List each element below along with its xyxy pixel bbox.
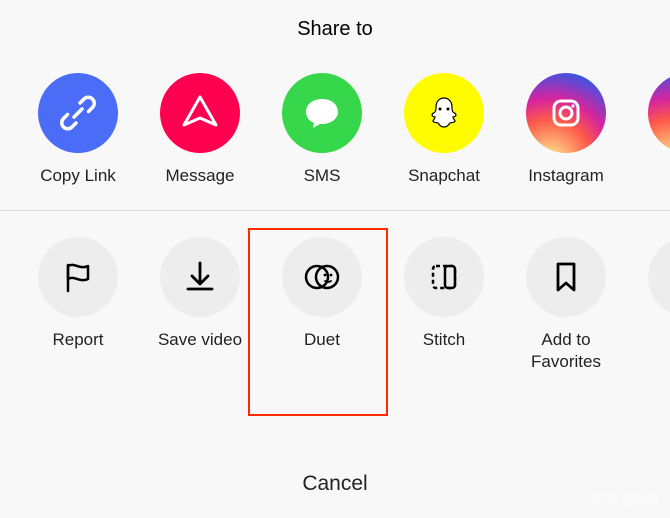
instagram-label: Instagram <box>528 165 604 186</box>
stitch-label: Stitch <box>423 329 466 350</box>
add-to-favorites-icon <box>526 237 606 317</box>
live-partial-icon <box>648 237 670 317</box>
save-video-label: Save video <box>158 329 242 350</box>
snapchat-label: Snapchat <box>408 165 480 186</box>
share-item-snapchat[interactable]: Snapchat <box>384 73 504 186</box>
message-icon <box>160 73 240 153</box>
instagram-icon <box>526 73 606 153</box>
actions-row: Report Save video Duet Stitch Add to Favorit… <box>0 237 670 372</box>
share-item-live-partial[interactable]: Live <box>628 237 670 372</box>
share-item-message[interactable]: Message <box>140 73 260 186</box>
duet-icon <box>282 237 362 317</box>
copy-link-icon <box>38 73 118 153</box>
cancel-button[interactable]: Cancel <box>0 450 670 518</box>
stitch-icon <box>404 237 484 317</box>
story-partial-icon <box>648 73 670 153</box>
share-item-copy-link[interactable]: Copy Link <box>18 73 138 186</box>
share-item-save-video[interactable]: Save video <box>140 237 260 372</box>
share-item-stitch[interactable]: Stitch <box>384 237 504 372</box>
report-icon <box>38 237 118 317</box>
duet-label: Duet <box>304 329 340 350</box>
save-video-icon <box>160 237 240 317</box>
sms-label: SMS <box>304 165 341 186</box>
share-targets-row: Copy Link Message SMS Snapchat Instagram S <box>0 73 670 186</box>
share-item-story-partial[interactable]: S <box>628 73 670 186</box>
share-item-duet[interactable]: Duet <box>262 237 382 372</box>
add-to-favorites-label: Add to Favorites <box>531 329 601 372</box>
share-item-sms[interactable]: SMS <box>262 73 382 186</box>
snapchat-icon <box>404 73 484 153</box>
share-item-report[interactable]: Report <box>18 237 138 372</box>
share-sheet-title: Share to <box>0 0 670 51</box>
share-sheet: Share to Copy Link Message SMS Snapchat Inst… <box>0 0 670 518</box>
copy-link-label: Copy Link <box>40 165 116 186</box>
sms-icon <box>282 73 362 153</box>
report-label: Report <box>52 329 103 350</box>
message-label: Message <box>166 165 235 186</box>
divider <box>0 210 670 211</box>
share-item-add-to-favorites[interactable]: Add to Favorites <box>506 237 626 372</box>
share-item-instagram[interactable]: Instagram <box>506 73 626 186</box>
